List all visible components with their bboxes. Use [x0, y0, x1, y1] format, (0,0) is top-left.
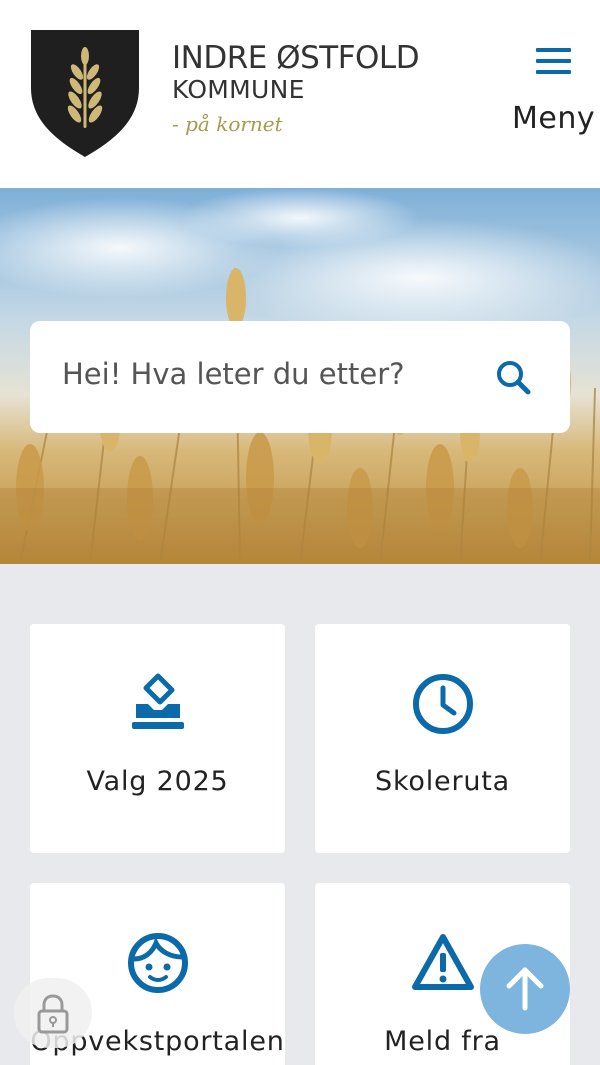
scroll-to-top-button[interactable]: [480, 944, 570, 1034]
tile-skoleruta[interactable]: Skoleruta: [315, 624, 570, 853]
search-icon: [497, 361, 531, 395]
arrow-up-icon: [506, 967, 544, 1011]
hamburger-icon: [536, 48, 571, 74]
privacy-settings-button[interactable]: [14, 978, 92, 1048]
menu-button[interactable]: Meny: [508, 40, 600, 140]
search-button[interactable]: [490, 353, 540, 403]
search-input[interactable]: [62, 357, 482, 391]
municipality-logo-shield[interactable]: [31, 30, 139, 158]
tile-valg-2025[interactable]: Valg 2025: [30, 624, 285, 853]
search-box: [30, 321, 570, 433]
menu-label: Meny: [512, 101, 596, 136]
brand-subtitle: KOMMUNE: [172, 75, 305, 104]
clock-icon: [413, 674, 473, 734]
brand-tagline: - på kornet: [172, 112, 283, 136]
lock-icon: [37, 994, 69, 1034]
warning-icon: [412, 934, 474, 990]
child-face-icon: [128, 933, 188, 993]
tile-label: Skoleruta: [375, 766, 510, 797]
brand-text[interactable]: INDRE ØSTFOLD KOMMUNE - på kornet: [172, 40, 420, 136]
site-header: INDRE ØSTFOLD KOMMUNE - på kornet Meny: [0, 0, 600, 188]
ballot-box-icon: [132, 673, 184, 729]
brand-title: INDRE ØSTFOLD: [172, 40, 420, 76]
tile-label: Valg 2025: [86, 766, 229, 797]
